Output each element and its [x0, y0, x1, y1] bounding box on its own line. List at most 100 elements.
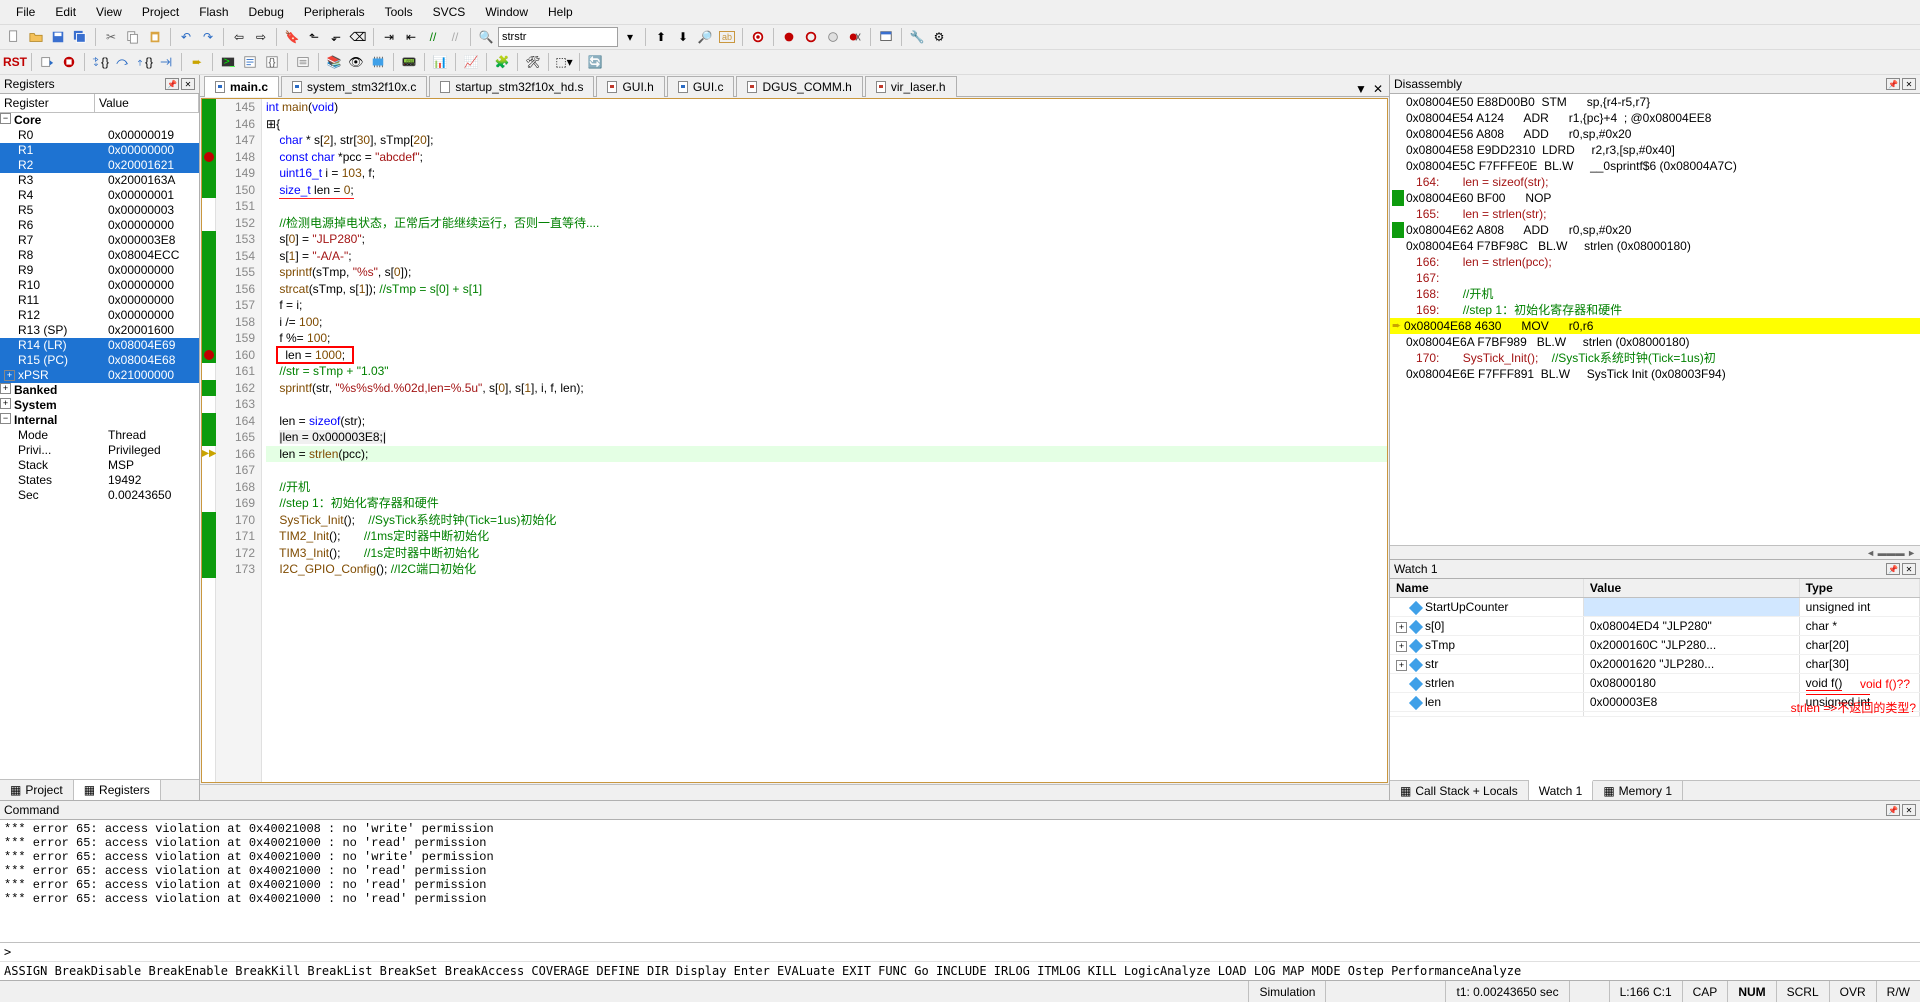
menu-view[interactable]: View: [86, 2, 132, 22]
disasm-line[interactable]: 0x08004E62 A808 ADD r0,sp,#0x20: [1390, 222, 1920, 238]
reg-r4[interactable]: R40x00000001: [0, 188, 199, 203]
menu-peripherals[interactable]: Peripherals: [294, 2, 375, 22]
breakpoint-kill-button[interactable]: [845, 27, 865, 47]
window-button[interactable]: [876, 27, 896, 47]
disasm-line[interactable]: 166: len = strlen(pcc);: [1390, 254, 1920, 270]
menu-help[interactable]: Help: [538, 2, 583, 22]
disasm-line[interactable]: 0x08004E6E F7FFF891 BL.W SysTick Init (0…: [1390, 366, 1920, 382]
indent-button[interactable]: ⇥: [379, 27, 399, 47]
reg-group-system[interactable]: +System: [0, 398, 199, 413]
debug-views-button[interactable]: ⬚▾: [554, 52, 574, 72]
save-button[interactable]: [48, 27, 68, 47]
registers-window-button[interactable]: [293, 52, 313, 72]
disasm-line[interactable]: 0x08004E54 A124 ADR r1,{pc}+4 ; @0x08004…: [1390, 110, 1920, 126]
reg-xpsr[interactable]: +xPSR0x21000000: [0, 368, 199, 383]
incremental-find-button[interactable]: ab: [717, 27, 737, 47]
debug-session-button[interactable]: [748, 27, 768, 47]
disasm-window-button[interactable]: [240, 52, 260, 72]
step-out-button[interactable]: {}: [134, 52, 154, 72]
toolbox-button[interactable]: 🛠: [523, 52, 543, 72]
find-button[interactable]: 🔍: [476, 27, 496, 47]
left-tab-registers[interactable]: ▦Registers: [74, 780, 161, 800]
reg-stack[interactable]: StackMSP: [0, 458, 199, 473]
menu-file[interactable]: File: [6, 2, 45, 22]
disasm-line[interactable]: 0x08004E50 E88D00B0 STM sp,{r4-r5,r7}: [1390, 94, 1920, 110]
reg-r2[interactable]: R20x20001621: [0, 158, 199, 173]
disasm-line[interactable]: 0x08004E60 BF00 NOP: [1390, 190, 1920, 206]
serial-window-button[interactable]: 📟: [399, 52, 419, 72]
manage-button[interactable]: ⚙: [929, 27, 949, 47]
reg-states[interactable]: States19492: [0, 473, 199, 488]
find-combo[interactable]: [498, 27, 618, 47]
step-into-button[interactable]: {}: [90, 52, 110, 72]
reg-r6[interactable]: R60x00000000: [0, 218, 199, 233]
outdent-button[interactable]: ⇤: [401, 27, 421, 47]
editor-hscrollbar[interactable]: [200, 784, 1389, 800]
new-file-button[interactable]: [4, 27, 24, 47]
code-editor[interactable]: ▶▶ 1451461471481491501511521531541551561…: [201, 98, 1388, 783]
watch-header[interactable]: Name: [1390, 579, 1583, 598]
reg-group-core[interactable]: −Core: [0, 113, 199, 128]
reg-r8[interactable]: R80x08004ECC: [0, 248, 199, 263]
tab-close-icon[interactable]: ✕: [1373, 82, 1383, 96]
command-input[interactable]: >: [0, 942, 1920, 961]
breakpoint-enable-button[interactable]: [801, 27, 821, 47]
comment-button[interactable]: //: [423, 27, 443, 47]
menu-debug[interactable]: Debug: [239, 2, 294, 22]
editor-tab[interactable]: startup_stm32f10x_hd.s: [429, 76, 594, 97]
reg-r1[interactable]: R10x00000000: [0, 143, 199, 158]
editor-tab[interactable]: vir_laser.h: [865, 76, 957, 97]
run-to-cursor-button[interactable]: [156, 52, 176, 72]
panel-pin-icon[interactable]: 📌: [1886, 78, 1900, 90]
disasm-line[interactable]: 169: //step 1：初始化寄存器和硬件: [1390, 302, 1920, 318]
reg-r15pc[interactable]: R15 (PC)0x08004E68: [0, 353, 199, 368]
nav-back-button[interactable]: ⇦: [229, 27, 249, 47]
find-next-button[interactable]: ⬇: [673, 27, 693, 47]
bookmark-next-button[interactable]: ⬐: [326, 27, 346, 47]
panel-close-icon[interactable]: ✕: [1902, 78, 1916, 90]
stop-button[interactable]: [59, 52, 79, 72]
nav-fwd-button[interactable]: ⇨: [251, 27, 271, 47]
watch-header[interactable]: Value: [1583, 579, 1799, 598]
reg-group-internal[interactable]: −Internal: [0, 413, 199, 428]
panel-close-icon[interactable]: ✕: [1902, 563, 1916, 575]
reg-privi[interactable]: Privi...Privileged: [0, 443, 199, 458]
panel-pin-icon[interactable]: 📌: [1886, 804, 1900, 816]
disasm-line[interactable]: 167:: [1390, 270, 1920, 286]
configure-button[interactable]: 🔧: [907, 27, 927, 47]
disasm-line[interactable]: 0x08004E64 F7BF98C BL.W strlen (0x080001…: [1390, 238, 1920, 254]
reg-mode[interactable]: ModeThread: [0, 428, 199, 443]
editor-tab[interactable]: GUI.h: [596, 76, 664, 97]
reg-group-banked[interactable]: +Banked: [0, 383, 199, 398]
disassembly-hscrollbar[interactable]: ◄ ▬▬▬ ►: [1390, 545, 1920, 559]
reg-r12[interactable]: R120x00000000: [0, 308, 199, 323]
reg-r7[interactable]: R70x000003E8: [0, 233, 199, 248]
reg-r0[interactable]: R00x00000019: [0, 128, 199, 143]
reg-r3[interactable]: R30x2000163A: [0, 173, 199, 188]
watch-tab[interactable]: ▦Memory 1: [1593, 781, 1683, 800]
tab-dropdown-icon[interactable]: ▼: [1355, 82, 1367, 96]
menu-tools[interactable]: Tools: [375, 2, 423, 22]
disasm-line[interactable]: 164: len = sizeof(str);: [1390, 174, 1920, 190]
watch-row[interactable]: +str0x20001620 "JLP280...char[30]: [1390, 655, 1920, 674]
reg-r10[interactable]: R100x00000000: [0, 278, 199, 293]
disasm-line[interactable]: 0x08004E6A F7BF989 BL.W strlen (0x080001…: [1390, 334, 1920, 350]
watch-row[interactable]: +s[0]0x08004ED4 "JLP280"char *: [1390, 617, 1920, 636]
analysis-window-button[interactable]: 📊: [430, 52, 450, 72]
reg-r11[interactable]: R110x00000000: [0, 293, 199, 308]
disassembly-body[interactable]: 0x08004E50 E88D00B0 STM sp,{r4-r5,r7}0x0…: [1390, 94, 1920, 545]
command-output[interactable]: *** error 65: access violation at 0x4002…: [0, 820, 1920, 942]
find-dropdown[interactable]: ▾: [620, 27, 640, 47]
copy-button[interactable]: [123, 27, 143, 47]
watch-tab[interactable]: Watch 1: [1529, 780, 1594, 800]
editor-tab[interactable]: GUI.c: [667, 76, 735, 97]
watch-header[interactable]: Type: [1799, 579, 1919, 598]
menu-window[interactable]: Window: [475, 2, 538, 22]
bookmark-button[interactable]: 🔖: [282, 27, 302, 47]
editor-tab[interactable]: DGUS_COMM.h: [736, 76, 862, 97]
watch-row[interactable]: +sTmp0x2000160C "JLP280...char[20]: [1390, 636, 1920, 655]
disasm-line[interactable]: 170: SysTick_Init(); //SysTick系统时钟(Tick=…: [1390, 350, 1920, 366]
save-all-button[interactable]: [70, 27, 90, 47]
watch-row[interactable]: strlen0x08000180void f(): [1390, 674, 1920, 693]
reset-button[interactable]: RST: [4, 52, 26, 72]
